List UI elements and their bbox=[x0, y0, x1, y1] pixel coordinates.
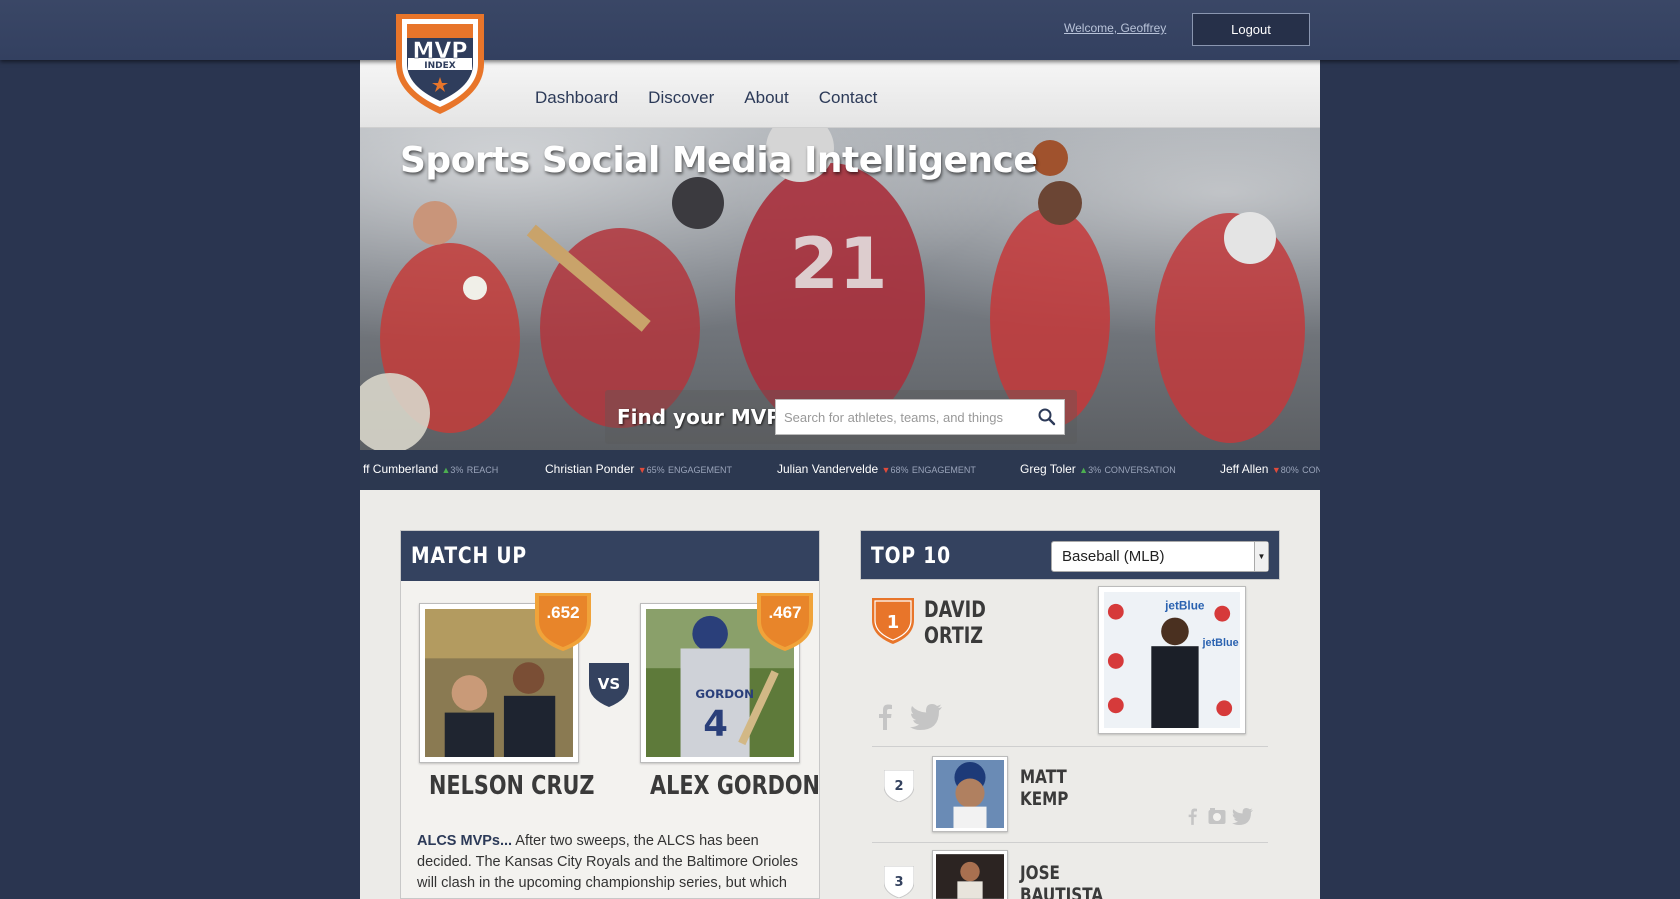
main-nav: Dashboard Discover About Contact bbox=[535, 88, 907, 108]
matt-kemp-photo bbox=[936, 760, 1004, 828]
camera-icon[interactable] bbox=[1208, 808, 1226, 825]
svg-text:1: 1 bbox=[887, 612, 900, 633]
leader-name[interactable]: DAVID ORTIZ bbox=[924, 598, 986, 650]
facebook-icon[interactable] bbox=[1188, 808, 1197, 825]
top-bar: Welcome, Geoffrey Logout bbox=[0, 0, 1680, 60]
ticker-metric: REACH bbox=[466, 465, 499, 475]
arrow-down-icon: ▼ bbox=[637, 465, 647, 475]
ticker-item[interactable]: Christian Ponder ▼65% ENGAGEMENT bbox=[545, 462, 732, 476]
row-player-name[interactable]: MATT KEMP bbox=[1020, 766, 1068, 810]
row-photo[interactable] bbox=[932, 850, 1008, 899]
row-first-name: MATT bbox=[1020, 766, 1067, 788]
ticker-value: 80% bbox=[1280, 465, 1299, 475]
svg-text:21: 21 bbox=[790, 223, 887, 305]
ticker-metric: CONVERSATION bbox=[1104, 465, 1176, 475]
ticker-value: 68% bbox=[890, 465, 909, 475]
top10-panel: TOP 10 Baseball (MLB) ▼ 1 DAVID ORTIZ je… bbox=[860, 530, 1280, 899]
chevron-down-icon: ▼ bbox=[1254, 542, 1268, 571]
svg-text:VS: VS bbox=[598, 675, 620, 693]
ticker-name: Jeff Allen bbox=[1220, 462, 1269, 476]
rank-1-badge: 1 bbox=[872, 598, 914, 644]
twitter-icon[interactable] bbox=[1232, 808, 1253, 825]
row-player-name[interactable]: JOSE BAUTISTA bbox=[1020, 862, 1103, 899]
nav-about[interactable]: About bbox=[744, 88, 788, 108]
ticker-name: ff Cumberland bbox=[363, 462, 439, 476]
svg-text:3: 3 bbox=[894, 875, 903, 890]
row-divider bbox=[872, 746, 1268, 747]
find-label: Find your MVP: bbox=[617, 405, 789, 429]
ticker-name: Greg Toler bbox=[1020, 462, 1076, 476]
page-container: MVP INDEX Dashboard Discover About Conta… bbox=[360, 14, 1320, 899]
row-last-name: BAUTISTA bbox=[1020, 884, 1104, 899]
ticker-name: Christian Ponder bbox=[545, 462, 635, 476]
twitter-icon[interactable] bbox=[910, 704, 942, 730]
matchup-title: MATCH UP bbox=[411, 544, 527, 569]
player-name-left[interactable]: NELSON CRUZ bbox=[429, 771, 594, 801]
sport-select-value: Baseball (MLB) bbox=[1062, 548, 1165, 565]
svg-text:jetBlue: jetBlue bbox=[1202, 637, 1239, 649]
row-first-name: JOSE bbox=[1020, 862, 1060, 884]
nav-band: MVP INDEX Dashboard Discover About Conta… bbox=[360, 14, 1320, 128]
logout-button[interactable]: Logout bbox=[1192, 13, 1310, 46]
search-area: Find your MVP: bbox=[605, 390, 1077, 444]
mvp-index-logo[interactable]: MVP INDEX bbox=[390, 14, 490, 114]
search-input[interactable] bbox=[775, 399, 1065, 435]
facebook-icon[interactable] bbox=[878, 704, 892, 730]
jose-bautista-photo bbox=[936, 854, 1004, 899]
ticker-item[interactable]: ff Cumberland ▲3% REACH bbox=[363, 462, 498, 476]
ticker-metric: CON bbox=[1302, 465, 1320, 475]
logo-index-text: INDEX bbox=[424, 61, 455, 71]
arrow-up-icon: ▲ bbox=[1079, 465, 1089, 475]
welcome-link[interactable]: Welcome, Geoffrey bbox=[1064, 21, 1166, 35]
row-photo[interactable] bbox=[932, 756, 1008, 832]
svg-text:GORDON: GORDON bbox=[695, 687, 754, 701]
score-left: .652 bbox=[546, 603, 580, 622]
rank-2-badge: 2 bbox=[884, 770, 914, 802]
svg-text:2: 2 bbox=[894, 779, 903, 794]
ticker-item[interactable]: Greg Toler ▲3% CONVERSATION bbox=[1020, 462, 1176, 476]
ticker-metric: ENGAGEMENT bbox=[668, 465, 733, 475]
leader-last-name: ORTIZ bbox=[924, 624, 984, 649]
vs-badge: VS bbox=[589, 663, 629, 707]
hero-banner: 21 Sports Social Media Intelligence Find… bbox=[360, 128, 1320, 450]
matchup-blurb: ALCS MVPs... After two sweeps, the ALCS … bbox=[417, 831, 807, 894]
ticker-name: Julian Vandervelde bbox=[777, 462, 879, 476]
nav-discover[interactable]: Discover bbox=[648, 88, 714, 108]
ticker-metric: ENGAGEMENT bbox=[911, 465, 976, 475]
player-name-right[interactable]: ALEX GORDON bbox=[650, 771, 820, 801]
ticker-value: 3% bbox=[450, 465, 464, 475]
nav-contact[interactable]: Contact bbox=[819, 88, 878, 108]
stats-ticker: ff Cumberland ▲3% REACH Christian Ponder… bbox=[360, 450, 1320, 490]
row-divider bbox=[872, 842, 1268, 843]
svg-text:4: 4 bbox=[703, 703, 728, 744]
matchup-panel: MATCH UP .652 VS GORDON 4 .467 NELSON CR… bbox=[400, 530, 820, 899]
rank-3-badge: 3 bbox=[884, 866, 914, 898]
ticker-value: 65% bbox=[646, 465, 665, 475]
ticker-item[interactable]: Julian Vandervelde ▼68% ENGAGEMENT bbox=[777, 462, 976, 476]
ticker-value: 3% bbox=[1088, 465, 1102, 475]
row-last-name: KEMP bbox=[1020, 788, 1069, 810]
arrow-down-icon: ▼ bbox=[1271, 465, 1281, 475]
nav-dashboard[interactable]: Dashboard bbox=[535, 88, 618, 108]
david-ortiz-photo: jetBlue jetBlue bbox=[1104, 592, 1240, 728]
svg-text:jetBlue: jetBlue bbox=[1164, 599, 1205, 613]
top10-header: TOP 10 Baseball (MLB) ▼ bbox=[860, 530, 1280, 580]
hero-title: Sports Social Media Intelligence bbox=[400, 140, 1038, 181]
leader-photo[interactable]: jetBlue jetBlue bbox=[1098, 586, 1246, 734]
matchup-header: MATCH UP bbox=[401, 531, 819, 581]
top10-title: TOP 10 bbox=[871, 544, 951, 569]
ticker-item[interactable]: Jeff Allen ▼80% CON bbox=[1220, 462, 1320, 476]
leader-first-name: DAVID bbox=[924, 598, 986, 623]
search-icon[interactable] bbox=[1037, 407, 1057, 427]
blurb-lead: ALCS MVPs... bbox=[417, 833, 513, 849]
sport-select[interactable]: Baseball (MLB) ▼ bbox=[1051, 541, 1269, 572]
score-right: .467 bbox=[768, 603, 802, 622]
